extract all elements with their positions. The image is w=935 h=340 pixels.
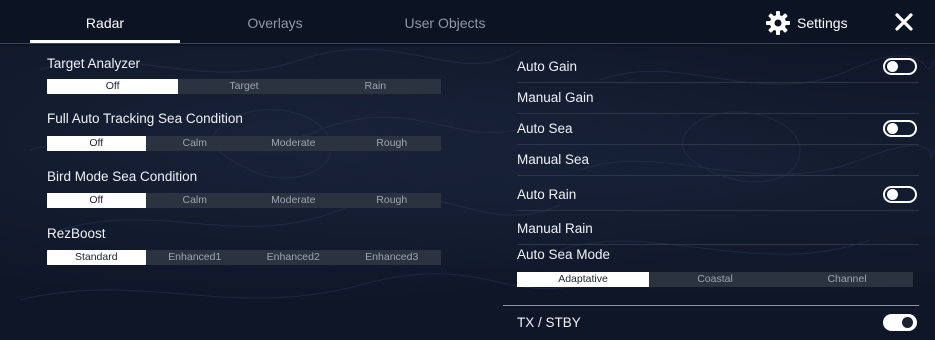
target-analyzer-target[interactable]: Target bbox=[178, 79, 309, 94]
auto-rain-row: Auto Rain bbox=[517, 183, 919, 211]
manual-gain-row[interactable]: Manual Gain bbox=[517, 86, 919, 114]
rezboost-enhanced1[interactable]: Enhanced1 bbox=[146, 250, 245, 265]
row-divider bbox=[517, 210, 919, 211]
tab-radar[interactable]: Radar bbox=[30, 0, 180, 44]
bird-mode-calm[interactable]: Calm bbox=[146, 193, 245, 208]
auto-sea-mode-adaptative[interactable]: Adaptative bbox=[517, 272, 649, 287]
bird-mode-selector: Off Calm Moderate Rough bbox=[47, 193, 441, 208]
toggle-knob bbox=[902, 317, 913, 328]
topbar-divider bbox=[0, 43, 935, 44]
auto-gain-label: Auto Gain bbox=[517, 59, 578, 74]
auto-sea-label: Auto Sea bbox=[517, 121, 573, 136]
bird-mode-rough[interactable]: Rough bbox=[343, 193, 442, 208]
rezboost-title: RezBoost bbox=[47, 226, 106, 241]
full-auto-tracking-title: Full Auto Tracking Sea Condition bbox=[47, 111, 243, 126]
top-bar: Radar Overlays User Objects Settings bbox=[0, 0, 935, 46]
rezboost-enhanced2[interactable]: Enhanced2 bbox=[244, 250, 343, 265]
row-divider bbox=[517, 144, 919, 145]
target-analyzer-off[interactable]: Off bbox=[47, 79, 179, 94]
settings-button[interactable]: Settings bbox=[765, 10, 848, 36]
bird-mode-moderate[interactable]: Moderate bbox=[244, 193, 343, 208]
row-divider bbox=[517, 113, 919, 114]
full-auto-tracking-moderate[interactable]: Moderate bbox=[244, 136, 343, 151]
full-auto-tracking-selector: Off Calm Moderate Rough bbox=[47, 136, 441, 151]
tx-stby-row: TX / STBY bbox=[517, 311, 919, 339]
tab-user-objects[interactable]: User Objects bbox=[370, 0, 520, 44]
auto-sea-toggle[interactable] bbox=[883, 120, 917, 137]
tx-stby-label: TX / STBY bbox=[517, 315, 581, 330]
target-analyzer-selector: Off Target Rain bbox=[47, 79, 441, 94]
auto-sea-mode-channel[interactable]: Channel bbox=[781, 272, 913, 287]
manual-sea-label: Manual Sea bbox=[517, 152, 590, 167]
manual-gain-label: Manual Gain bbox=[517, 90, 594, 105]
auto-rain-toggle[interactable] bbox=[883, 186, 917, 203]
auto-sea-mode-row: Auto Sea Mode bbox=[517, 243, 919, 271]
manual-rain-label: Manual Rain bbox=[517, 221, 593, 236]
bird-mode-title: Bird Mode Sea Condition bbox=[47, 169, 198, 184]
target-analyzer-title: Target Analyzer bbox=[47, 56, 141, 71]
auto-sea-mode-selector: Adaptative Coastal Channel bbox=[517, 272, 913, 287]
toggle-knob bbox=[887, 189, 898, 200]
auto-rain-label: Auto Rain bbox=[517, 187, 577, 202]
auto-sea-mode-coastal[interactable]: Coastal bbox=[649, 272, 781, 287]
full-auto-tracking-calm[interactable]: Calm bbox=[146, 136, 245, 151]
rezboost-selector: Standard Enhanced1 Enhanced2 Enhanced3 bbox=[47, 250, 441, 265]
target-analyzer-rain[interactable]: Rain bbox=[310, 79, 441, 94]
tab-overlays[interactable]: Overlays bbox=[200, 0, 350, 44]
row-divider bbox=[517, 175, 919, 176]
full-auto-tracking-rough[interactable]: Rough bbox=[343, 136, 442, 151]
close-icon[interactable] bbox=[892, 10, 916, 34]
toggle-knob bbox=[887, 123, 898, 134]
rezboost-enhanced3[interactable]: Enhanced3 bbox=[343, 250, 442, 265]
manual-rain-row[interactable]: Manual Rain bbox=[517, 217, 919, 245]
rezboost-standard[interactable]: Standard bbox=[47, 250, 146, 265]
tx-stby-divider bbox=[503, 305, 919, 306]
auto-sea-mode-label: Auto Sea Mode bbox=[517, 247, 611, 262]
auto-gain-toggle[interactable] bbox=[883, 58, 917, 75]
manual-sea-row[interactable]: Manual Sea bbox=[517, 148, 919, 176]
auto-gain-row: Auto Gain bbox=[517, 55, 919, 83]
bird-mode-off[interactable]: Off bbox=[47, 193, 146, 208]
settings-label: Settings bbox=[797, 15, 848, 31]
gear-icon bbox=[766, 11, 790, 35]
auto-sea-row: Auto Sea bbox=[517, 117, 919, 145]
row-divider bbox=[517, 82, 919, 83]
tx-stby-toggle[interactable] bbox=[883, 314, 917, 331]
toggle-knob bbox=[887, 61, 898, 72]
full-auto-tracking-off[interactable]: Off bbox=[47, 136, 146, 151]
